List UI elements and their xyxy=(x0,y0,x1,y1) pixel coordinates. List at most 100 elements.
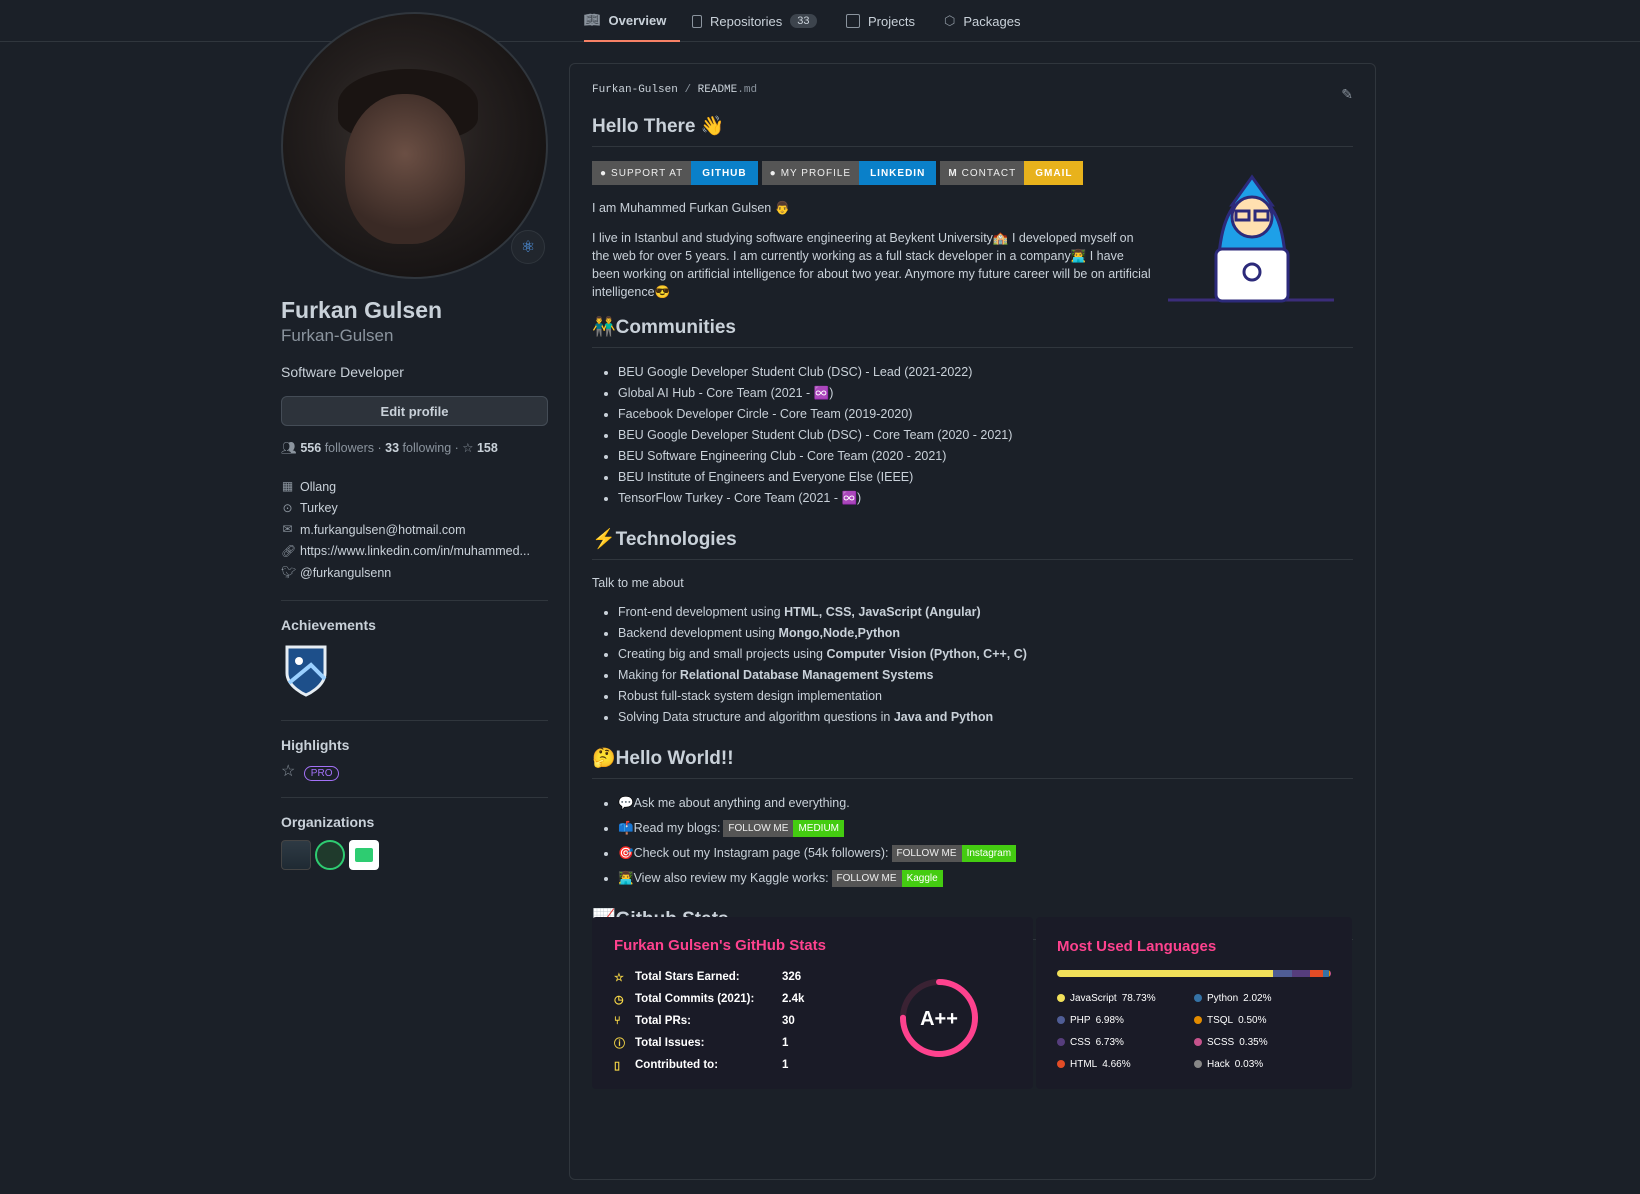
language-item: SCSS 0.35% xyxy=(1194,1031,1331,1053)
tab-repositories[interactable]: Repositories 33 xyxy=(692,0,817,42)
twitter-link[interactable]: @furkangulsenn xyxy=(300,566,391,580)
stat-value: 2.4k xyxy=(782,993,805,1005)
pro-badge[interactable]: PRO xyxy=(303,765,340,781)
language-percent: 0.50% xyxy=(1238,1014,1267,1026)
language-name: Hack xyxy=(1207,1058,1230,1070)
github-stats-card[interactable]: Furkan Gulsen's GitHub Stats ☆ Total Star… xyxy=(592,917,1033,1089)
edit-pencil-icon[interactable]: ✎ xyxy=(1341,86,1353,103)
company-link[interactable]: Ollang xyxy=(300,480,336,494)
vcard-company: ▦ Ollang xyxy=(281,476,548,498)
hello-text: 🎯Check out my Instagram page (54k follow… xyxy=(618,846,889,860)
language-bar-segment xyxy=(1272,970,1292,977)
readme-path-separator: / xyxy=(684,84,692,96)
tech-highlight: HTML, CSS, JavaScript (Angular) xyxy=(784,605,981,619)
history-icon: ◷ xyxy=(614,993,624,1006)
list-item: BEU Software Engineering Club - Core Tea… xyxy=(618,446,1353,467)
stat-row: ☆ Total Stars Earned: 326 xyxy=(614,966,864,988)
vcard-website: 🔗︎ https://www.linkedin.com/in/muhammed..… xyxy=(281,541,548,563)
edit-profile-button[interactable]: Edit profile xyxy=(281,396,548,426)
stat-label: Total Stars Earned: xyxy=(635,971,740,983)
tech-text: Creating big and small projects using xyxy=(618,647,827,661)
shield-badge-linkedin[interactable]: ● MY PROFILE LINKEDIN xyxy=(761,161,937,185)
follow-me-badge[interactable]: FOLLOW ME Kaggle xyxy=(831,870,943,888)
list-item: Backend development using Mongo,Node,Pyt… xyxy=(618,623,1353,644)
avatar-face xyxy=(345,94,465,244)
language-percent: 4.66% xyxy=(1102,1058,1131,1070)
achievements-heading: Achievements xyxy=(281,616,376,633)
org-avatar-1[interactable] xyxy=(281,839,311,870)
language-dot xyxy=(1194,1060,1202,1068)
follow-me-badge[interactable]: FOLLOW ME Instagram xyxy=(891,845,1017,863)
badge-right: Kaggle xyxy=(901,870,943,888)
language-name: PHP xyxy=(1070,1014,1091,1026)
language-percent: 6.98% xyxy=(1095,1014,1124,1026)
followers-link[interactable]: 556 followers xyxy=(300,441,374,455)
languages-legend: JavaScript 78.73% Python 2.02% PHP 6.98% TSQL 0… xyxy=(1057,987,1337,1075)
github-icon: ● xyxy=(769,167,777,179)
stat-row: ▯ Contributed to: 1 xyxy=(614,1054,864,1076)
list-item: BEU Google Developer Student Club (DSC) … xyxy=(618,362,1353,383)
technologies-intro: Talk to me about xyxy=(592,576,684,590)
grade-ring: A++ xyxy=(900,979,978,1057)
follow-me-badge[interactable]: FOLLOW ME MEDIUM xyxy=(723,820,844,838)
readme-path-user[interactable]: Furkan-Gulsen xyxy=(592,84,678,96)
top-languages-card[interactable]: Most Used Languages JavaScript 78.73% Pyth… xyxy=(1036,917,1352,1089)
link-icon: 🔗︎ xyxy=(281,543,297,558)
shield-badge-github[interactable]: ● SUPPORT AT GITHUB xyxy=(592,161,758,185)
vcard-location: ⊙ Turkey xyxy=(281,498,548,520)
org-avatar-3[interactable] xyxy=(349,839,379,870)
languages-progress-bar xyxy=(1057,970,1331,977)
tab-overview[interactable]: 📖︎ Overview xyxy=(584,0,681,42)
stat-label: Total PRs: xyxy=(635,1015,692,1027)
list-item: 👨‍💻View also review my Kaggle works:FOLL… xyxy=(618,866,1353,891)
divider xyxy=(281,719,548,721)
website-link[interactable]: https://www.linkedin.com/in/muhammed... xyxy=(300,544,530,558)
tab-label: Repositories xyxy=(710,13,783,29)
location-icon: ⊙ xyxy=(282,500,293,515)
language-name: JavaScript xyxy=(1070,992,1117,1004)
highlights-heading: Highlights xyxy=(281,736,350,753)
list-item: 📫Read my blogs:FOLLOW MEMEDIUM xyxy=(618,816,1353,841)
status-emoji-icon[interactable]: ⚛ xyxy=(511,230,545,264)
language-bar-segment xyxy=(1057,970,1273,977)
language-dot xyxy=(1057,1038,1065,1046)
book-icon: 📖︎ xyxy=(584,12,601,27)
github-icon: ● xyxy=(600,167,608,179)
tab-packages[interactable]: ⬡ Packages xyxy=(944,0,1020,42)
readme-path: Furkan-Gulsen / README.md xyxy=(592,84,1353,96)
profile-bio: Software Developer xyxy=(281,364,404,380)
communities-heading: 👬Communities xyxy=(592,315,1353,348)
tech-text: Solving Data structure and algorithm que… xyxy=(618,710,894,724)
tab-projects[interactable]: Projects xyxy=(846,0,915,42)
star-icon: ☆ xyxy=(462,441,474,455)
language-item: Hack 0.03% xyxy=(1194,1053,1331,1075)
list-item: Making for Relational Database Managemen… xyxy=(618,665,1353,686)
language-name: Python xyxy=(1207,992,1239,1004)
readme-path-ext: .md xyxy=(737,84,758,96)
hello-text: 💬Ask me about anything and everything. xyxy=(618,796,850,810)
people-icon: 👥︎ xyxy=(281,441,297,455)
stars-link[interactable]: 158 xyxy=(477,441,498,455)
hello-text: 👨‍💻View also review my Kaggle works: xyxy=(618,871,829,885)
highlights-row: ☆ PRO xyxy=(281,761,548,781)
shield-badge-gmail[interactable]: M CONTACT GMAIL xyxy=(940,161,1084,185)
vcard-details: ▦ Ollang ⊙ Turkey ✉ m.furkangulsen@hotmail.… xyxy=(281,476,548,584)
avatar[interactable] xyxy=(281,12,548,279)
stat-value: 1 xyxy=(782,1037,789,1049)
tech-text: Backend development using xyxy=(618,626,779,640)
readme-path-file[interactable]: README xyxy=(698,84,738,96)
achievement-badge-icon[interactable] xyxy=(281,643,331,699)
divider xyxy=(281,599,548,601)
language-percent: 6.73% xyxy=(1095,1036,1124,1048)
vcard-email: ✉ m.furkangulsen@hotmail.com xyxy=(281,519,548,541)
tech-text: Making for xyxy=(618,668,680,682)
language-item: HTML 4.66% xyxy=(1057,1053,1194,1075)
technologies-heading: ⚡Technologies xyxy=(592,527,1353,560)
shield-right: GITHUB xyxy=(691,161,758,185)
email-link[interactable]: m.furkangulsen@hotmail.com xyxy=(300,523,466,537)
following-link[interactable]: 33 following xyxy=(385,441,451,455)
shield-left-text: CONTACT xyxy=(961,167,1017,179)
tech-highlight: Computer Vision (Python, C++, C) xyxy=(826,647,1027,661)
star-icon: ☆ xyxy=(614,971,624,984)
org-avatar-2[interactable] xyxy=(315,839,345,870)
